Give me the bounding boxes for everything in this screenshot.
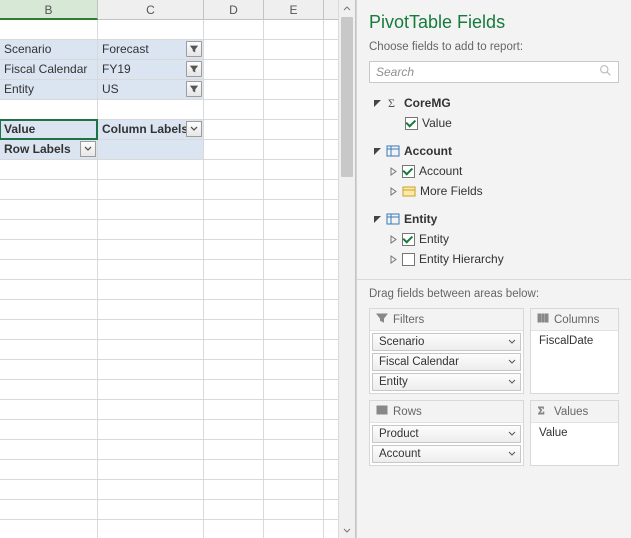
filter-icon[interactable] — [186, 41, 202, 57]
pivot-fields-pane: PivotTable Fields Choose fields to add t… — [356, 0, 631, 538]
sigma-icon: Σ — [386, 96, 400, 110]
expand-icon[interactable] — [389, 235, 398, 244]
field-item-entity[interactable]: Entity — [369, 229, 619, 249]
table-icon — [386, 212, 400, 226]
search-icon — [599, 64, 612, 80]
spreadsheet: B C D E Scenario Forecast Fiscal Calenda… — [0, 0, 356, 538]
col-header-d[interactable]: D — [204, 0, 264, 19]
field-group-entity[interactable]: Entity — [369, 209, 619, 229]
values-item-value[interactable]: Value — [533, 425, 616, 441]
col-header-b[interactable]: B — [0, 0, 98, 20]
chevron-down-icon[interactable] — [186, 121, 202, 137]
expand-icon[interactable] — [389, 255, 398, 264]
search-input[interactable]: Search — [369, 61, 619, 83]
checkbox-checked-icon[interactable] — [405, 117, 418, 130]
pane-hint: Choose fields to add to report: — [369, 41, 619, 53]
field-group-account[interactable]: Account — [369, 141, 619, 161]
filter-icon[interactable] — [186, 81, 202, 97]
filter-value-entity[interactable]: US — [98, 80, 204, 100]
pivot-value-cell[interactable]: Value — [0, 120, 98, 140]
filter-label-fiscal: Fiscal Calendar — [0, 60, 98, 80]
vertical-scrollbar[interactable] — [338, 0, 355, 538]
pivot-row-labels-cell[interactable]: Row Labels — [0, 140, 98, 160]
expand-icon[interactable] — [389, 187, 398, 196]
svg-text:Σ: Σ — [388, 96, 395, 110]
field-item-entity-hierarchy[interactable]: Entity Hierarchy — [369, 249, 619, 269]
checkbox-unchecked-icon[interactable] — [402, 253, 415, 266]
funnel-icon — [376, 312, 388, 327]
scroll-down-icon[interactable] — [339, 521, 355, 538]
filter-chip-scenario[interactable]: Scenario — [372, 333, 521, 351]
table-icon — [386, 144, 400, 158]
area-rows[interactable]: Rows Product Account — [369, 400, 524, 466]
filter-chip-entity[interactable]: Entity — [372, 373, 521, 391]
checkbox-checked-icon[interactable] — [402, 165, 415, 178]
col-header-e[interactable]: E — [264, 0, 324, 19]
area-columns[interactable]: Columns FiscalDate — [530, 308, 619, 394]
field-item-value[interactable]: Value — [369, 113, 619, 133]
columns-icon — [537, 312, 549, 327]
pivot-empty-header — [98, 140, 204, 160]
checkbox-checked-icon[interactable] — [402, 233, 415, 246]
rows-icon — [376, 404, 388, 419]
drag-hint: Drag fields between areas below: — [369, 288, 619, 300]
field-item-more-fields[interactable]: More Fields — [369, 181, 619, 201]
pivot-column-labels-cell[interactable]: Column Labels — [98, 120, 204, 140]
filter-label-scenario: Scenario — [0, 40, 98, 60]
scroll-thumb[interactable] — [341, 17, 353, 177]
rows-chip-product[interactable]: Product — [372, 425, 521, 443]
col-header-c[interactable]: C — [98, 0, 204, 19]
svg-text:Σ: Σ — [538, 405, 544, 416]
area-filters[interactable]: Filters Scenario Fiscal Calendar Entity — [369, 308, 524, 394]
columns-item-fiscaldate[interactable]: FiscalDate — [533, 333, 616, 349]
collapse-icon[interactable] — [373, 215, 382, 224]
collapse-icon[interactable] — [373, 147, 382, 156]
area-values[interactable]: Σ Values Value — [530, 400, 619, 466]
more-fields-icon — [402, 184, 416, 198]
field-item-account[interactable]: Account — [369, 161, 619, 181]
scroll-up-icon[interactable] — [339, 0, 355, 17]
field-list: Σ CoreMG Value Account Account — [369, 93, 619, 269]
pane-title: PivotTable Fields — [369, 12, 619, 33]
filter-icon[interactable] — [186, 61, 202, 77]
filter-chip-fiscal[interactable]: Fiscal Calendar — [372, 353, 521, 371]
collapse-icon[interactable] — [373, 99, 382, 108]
expand-icon[interactable] — [389, 167, 398, 176]
field-group-coremg[interactable]: Σ CoreMG — [369, 93, 619, 113]
sigma-icon: Σ — [537, 404, 549, 419]
column-headers: B C D E — [0, 0, 355, 20]
areas-grid: Filters Scenario Fiscal Calendar Entity … — [369, 308, 619, 466]
filter-value-fiscal[interactable]: FY19 — [98, 60, 204, 80]
filter-value-scenario[interactable]: Forecast — [98, 40, 204, 60]
chevron-down-icon[interactable] — [80, 141, 96, 157]
grid[interactable]: Scenario Forecast Fiscal Calendar FY19 E… — [0, 20, 355, 538]
filter-label-entity: Entity — [0, 80, 98, 100]
rows-chip-account[interactable]: Account — [372, 445, 521, 463]
